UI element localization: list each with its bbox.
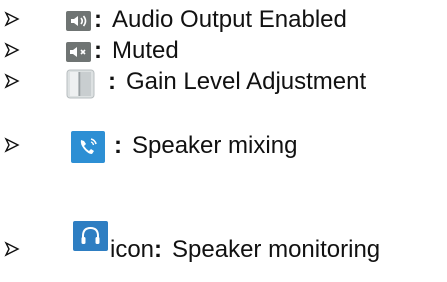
arrow-bullet-icon bbox=[4, 73, 20, 89]
label-text: Speaker monitoring bbox=[172, 236, 381, 263]
phone-mixing-icon bbox=[71, 131, 105, 163]
legend-item-label: : Audio Output Enabled bbox=[94, 5, 347, 35]
label-text: Speaker mixing bbox=[132, 132, 298, 159]
legend-item-speaker-monitoring: icon: Speaker monitoring bbox=[0, 221, 447, 265]
colon-separator: : bbox=[94, 37, 102, 64]
arrow-bullet-icon bbox=[4, 241, 20, 257]
arrow-bullet-icon bbox=[4, 42, 20, 58]
legend-item-speaker-mixing: : Speaker mixing bbox=[0, 131, 447, 163]
label-text: Muted bbox=[112, 37, 179, 64]
legend-item-label: : Muted bbox=[94, 36, 179, 66]
legend-item-muted: : Muted bbox=[0, 36, 447, 66]
colon-separator: : bbox=[94, 6, 102, 33]
legend-item-label: : Gain Level Adjustment bbox=[108, 67, 366, 97]
label-text: Audio Output Enabled bbox=[112, 6, 347, 33]
speaker-muted-icon bbox=[66, 42, 91, 62]
headphones-icon bbox=[73, 221, 108, 251]
colon-separator: : bbox=[154, 236, 163, 263]
speaker-on-icon bbox=[66, 11, 91, 31]
colon-separator: : bbox=[108, 68, 116, 95]
arrow-bullet-icon bbox=[4, 137, 20, 153]
legend-item-audio-output-enabled: : Audio Output Enabled bbox=[0, 5, 447, 35]
gain-slider-icon bbox=[66, 69, 95, 99]
icon-word: icon bbox=[110, 236, 155, 263]
colon-separator: : bbox=[114, 132, 122, 159]
label-text: Gain Level Adjustment bbox=[126, 68, 367, 95]
arrow-bullet-icon bbox=[4, 11, 20, 27]
legend-item-label: : Speaker mixing bbox=[114, 131, 297, 161]
legend-item-gain-level-adjustment: : Gain Level Adjustment bbox=[0, 67, 447, 99]
legend-item-label: icon: Speaker monitoring bbox=[110, 235, 380, 265]
